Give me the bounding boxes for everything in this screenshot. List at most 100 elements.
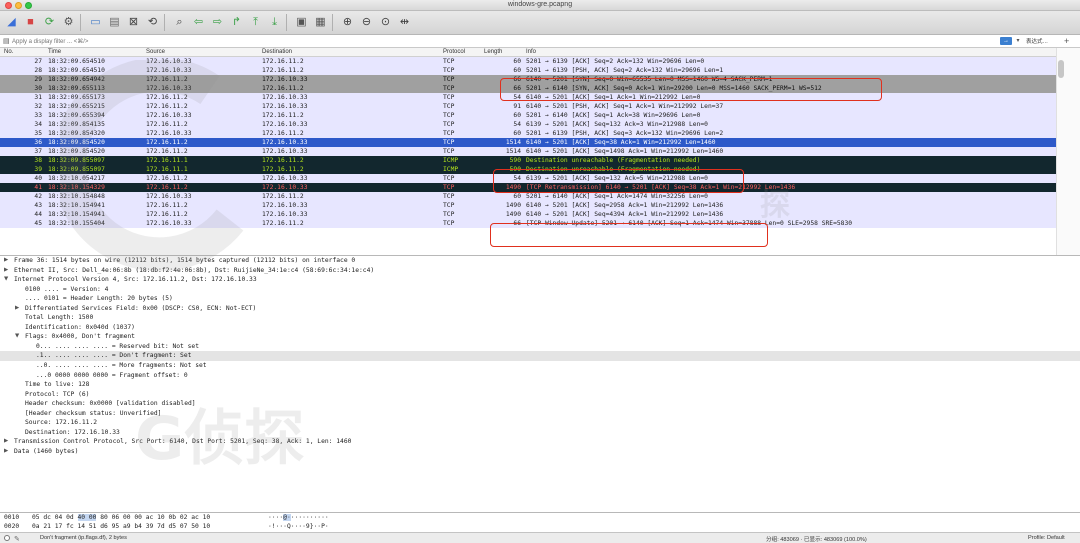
detail-tree-item[interactable]: 0... .... .... .... = Reserved bit: Not … — [0, 342, 1080, 352]
detail-tree-item[interactable]: Time to live: 128 — [0, 380, 1080, 390]
restart-capture-icon[interactable]: ⟳ — [42, 15, 57, 30]
column-destination[interactable]: Destination — [262, 49, 292, 55]
packet-info: 6140 → 5201 [ACK] Seq=1498 Ack=1 Win=212… — [526, 148, 724, 155]
packet-row[interactable]: 42 18:32:10.154848 172.16.10.33 172.16.11.2… — [0, 192, 1056, 201]
packet-no: 32 — [34, 103, 42, 110]
column-no[interactable]: No. — [4, 49, 13, 55]
detail-tree-item[interactable]: Header checksum: 0x0000 [validation disa… — [0, 399, 1080, 409]
packet-row[interactable]: 34 18:32:09.854135 172.16.11.2 172.16.10.33… — [0, 120, 1056, 129]
expression-button[interactable]: 表达式… — [1026, 37, 1056, 45]
packet-list-scroll-thumb[interactable] — [1058, 60, 1064, 78]
bytes-hex[interactable]: 05 dc 04 0d 40 00 80 06 00 00 ac 10 0b 0… — [32, 513, 210, 522]
detail-tree-item[interactable]: Protocol: TCP (6) — [0, 390, 1080, 400]
detail-tree-item[interactable]: Destination: 172.16.10.33 — [0, 428, 1080, 438]
add-filter-button[interactable]: + — [1064, 36, 1074, 46]
detail-tree-item[interactable]: ..0. .... .... .... = More fragments: No… — [0, 361, 1080, 371]
packet-details-pane[interactable]: ▶ Frame 36: 1514 bytes on wire (12112 bit… — [0, 255, 1080, 512]
packet-row[interactable]: 28 18:32:09.654510 172.16.10.33 172.16.11.2… — [0, 66, 1056, 75]
collapse-arrow-icon[interactable]: ▼ — [15, 332, 19, 342]
find-packet-icon[interactable]: ⌕ — [172, 15, 187, 30]
packet-time: 18:32:09.854135 — [48, 121, 105, 128]
packet-row[interactable]: 27 18:32:09.654510 172.16.10.33 172.16.11.2… — [0, 57, 1056, 66]
packet-destination: 172.16.11.2 — [262, 130, 304, 137]
open-file-icon[interactable]: ▭ — [88, 15, 103, 30]
bookmark-icon[interactable]: ▤ — [3, 37, 11, 45]
collapse-arrow-icon[interactable]: ▼ — [4, 275, 8, 285]
column-info[interactable]: Info — [526, 49, 536, 55]
expand-arrow-icon[interactable]: ▶ — [15, 304, 19, 314]
packet-row[interactable]: 37 18:32:09.854520 172.16.11.2 172.16.10.33… — [0, 147, 1056, 156]
autoscroll-icon[interactable]: ▣ — [294, 15, 309, 30]
detail-tree-item[interactable]: .1.. .... .... .... = Don't fragment: Se… — [0, 351, 1080, 362]
detail-tree-item[interactable]: ▶ Data (1460 bytes) — [0, 447, 1080, 457]
bytes-ascii[interactable]: ····@··········· — [268, 513, 329, 522]
packet-protocol: TCP — [443, 202, 455, 209]
go-last-icon[interactable]: ⤓ — [267, 15, 282, 30]
detail-tree-item[interactable]: ▶ Differentiated Services Field: 0x00 (DS… — [0, 304, 1080, 314]
go-back-icon[interactable]: ⇦ — [191, 15, 206, 30]
packet-row[interactable]: 43 18:32:10.154941 172.16.11.2 172.16.10.33… — [0, 201, 1056, 210]
shark-fin-start-icon[interactable]: ◢ — [4, 15, 19, 30]
colorize-icon[interactable]: ▦ — [313, 15, 328, 30]
bytes-hex-part: 05 dc 04 0d — [32, 514, 78, 521]
packet-time: 18:32:09.655113 — [48, 85, 105, 92]
packet-row[interactable]: 35 18:32:09.854320 172.16.10.33 172.16.11.2… — [0, 129, 1056, 138]
column-length[interactable]: Length — [484, 49, 502, 55]
packet-bytes-pane[interactable]: 0010 05 dc 04 0d 40 00 80 06 00 00 ac 10 … — [0, 512, 1080, 532]
packet-row[interactable]: 38 18:32:09.855097 172.16.11.1 172.16.11.2 I… — [0, 156, 1056, 165]
zoom-out-icon[interactable]: ⊖ — [359, 15, 374, 30]
bytes-offset: 0010 — [4, 514, 20, 521]
detail-tree-item[interactable]: [Header checksum status: Unverified] — [0, 409, 1080, 419]
detail-tree-item[interactable]: Source: 172.16.11.2 — [0, 418, 1080, 428]
filter-history-dropdown-icon[interactable]: ▾ — [1014, 37, 1022, 45]
close-file-icon[interactable]: ⊠ — [126, 15, 141, 30]
bytes-ascii[interactable]: ·!···Q····9}··P· — [268, 522, 329, 531]
column-protocol[interactable]: Protocol — [443, 49, 465, 55]
detail-tree-item[interactable]: ▶ Ethernet II, Src: Dell_4e:06:8b (18:db:… — [0, 266, 1080, 276]
packet-row[interactable]: 44 18:32:10.154941 172.16.11.2 172.16.10.33… — [0, 210, 1056, 219]
packet-source: 172.16.11.2 — [146, 175, 188, 182]
detail-tree-item[interactable]: ▼ Internet Protocol Version 4, Src: 172.1… — [0, 275, 1080, 285]
column-time[interactable]: Time — [48, 49, 61, 55]
capture-options-icon[interactable]: ⚙ — [61, 15, 76, 30]
detail-tree-item[interactable]: 0100 .... = Version: 4 — [0, 285, 1080, 295]
save-file-icon[interactable]: ▤ — [107, 15, 122, 30]
reload-file-icon[interactable]: ⟲ — [145, 15, 160, 30]
expert-info-icon[interactable] — [4, 535, 10, 541]
go-first-icon[interactable]: ⤒ — [248, 15, 263, 30]
column-source[interactable]: Source — [146, 49, 165, 55]
zoom-in-icon[interactable]: ⊕ — [340, 15, 355, 30]
zoom-normal-icon[interactable]: ⊙ — [378, 15, 393, 30]
detail-tree-item[interactable]: Identification: 0x040d (1037) — [0, 323, 1080, 333]
go-forward-icon[interactable]: ⇨ — [210, 15, 225, 30]
edit-comment-icon[interactable]: ✎ — [14, 535, 20, 543]
packet-time: 18:32:09.655394 — [48, 112, 105, 119]
packet-row[interactable]: 32 18:32:09.655215 172.16.11.2 172.16.10.33… — [0, 102, 1056, 111]
expand-arrow-icon[interactable]: ▶ — [4, 447, 8, 457]
go-to-packet-icon[interactable]: ↱ — [229, 15, 244, 30]
detail-tree-item[interactable]: ▼ Flags: 0x4000, Don't fragment — [0, 332, 1080, 342]
detail-tree-item[interactable]: .... 0101 = Header Length: 20 bytes (5) — [0, 294, 1080, 304]
packet-row[interactable]: 33 18:32:09.655394 172.16.10.33 172.16.11.2… — [0, 111, 1056, 120]
detail-tree-item[interactable]: ...0 0000 0000 0000 = Fragment offset: 0 — [0, 371, 1080, 381]
packet-time: 18:32:10.054217 — [48, 175, 105, 182]
detail-tree-item[interactable]: ▶ Frame 36: 1514 bytes on wire (12112 bit… — [0, 256, 1080, 266]
detail-tree-text: Protocol: TCP (6) — [25, 390, 90, 398]
status-field-info: Don't fragment (ip.flags.df), 2 bytes — [40, 535, 127, 541]
display-filter-input[interactable] — [12, 36, 997, 47]
packet-row[interactable]: 36 18:32:09.854520 172.16.11.2 172.16.10.33… — [0, 138, 1056, 147]
expand-arrow-icon[interactable]: ▶ — [4, 256, 8, 266]
detail-tree-text: Source: 172.16.11.2 — [25, 419, 98, 427]
stop-capture-icon[interactable]: ■ — [23, 15, 38, 30]
status-profile[interactable]: Profile: Default — [1028, 535, 1065, 541]
expand-arrow-icon[interactable]: ▶ — [4, 266, 8, 276]
detail-tree-item[interactable]: Total Length: 1500 — [0, 313, 1080, 323]
packet-destination: 172.16.10.33 — [262, 175, 308, 182]
detail-tree-item[interactable]: ▶ Transmission Control Protocol, Src Port… — [0, 437, 1080, 447]
bytes-hex[interactable]: 0a 21 17 fc 14 51 d6 95 a9 b4 39 7d d5 0… — [32, 522, 210, 531]
apply-filter-icon[interactable]: → — [1000, 37, 1012, 45]
packet-source: 172.16.11.2 — [146, 139, 188, 146]
packet-list-scrollbar[interactable] — [1056, 48, 1080, 255]
expand-arrow-icon[interactable]: ▶ — [4, 437, 8, 447]
resize-columns-icon[interactable]: ⇹ — [397, 15, 412, 30]
